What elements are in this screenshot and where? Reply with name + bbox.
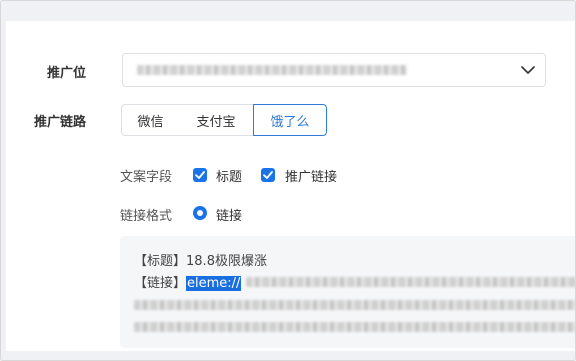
preview-title-prefix: 【标题】 bbox=[134, 254, 187, 269]
title-checkbox-label[interactable]: 标题 bbox=[216, 166, 242, 185]
link-format-label: 链接格式 bbox=[120, 209, 173, 224]
tab-eleme[interactable]: 饿了么 bbox=[253, 104, 327, 136]
preview-link-selected: eleme:// bbox=[186, 276, 242, 291]
tab-alipay-label: 支付宝 bbox=[196, 114, 236, 130]
tab-wechat-label: 微信 bbox=[137, 114, 164, 130]
promotion-link-label: 推广链路 bbox=[33, 115, 86, 130]
preview-link-line: 【链接】eleme:// bbox=[134, 272, 242, 291]
copy-fields-label: 文案字段 bbox=[120, 170, 173, 185]
promotion-form-card: 推广位 推广链路 微信 支付宝 饿了么 文案字段 标题 推广链接 链接格式 链接 bbox=[6, 21, 575, 351]
tab-alipay[interactable]: 支付宝 bbox=[179, 104, 254, 136]
preview-title-value: 18.8极限爆涨 bbox=[186, 254, 267, 269]
check-icon bbox=[263, 171, 273, 179]
preview-title-line: 【标题】18.8极限爆涨 bbox=[134, 250, 267, 269]
promo-link-checkbox[interactable] bbox=[261, 168, 275, 182]
obscured-link-part-1 bbox=[246, 277, 575, 287]
obscured-link-part-3 bbox=[134, 322, 575, 332]
promo-link-checkbox-label[interactable]: 推广链接 bbox=[285, 166, 337, 185]
window-frame: 推广位 推广链路 微信 支付宝 饿了么 文案字段 标题 推广链接 链接格式 链接 bbox=[0, 0, 576, 361]
promotion-position-label: 推广位 bbox=[46, 66, 86, 81]
obscured-link-part-2 bbox=[134, 300, 575, 310]
tab-wechat[interactable]: 微信 bbox=[121, 104, 180, 136]
link-format-radio-label[interactable]: 链接 bbox=[216, 205, 242, 224]
check-icon bbox=[195, 171, 205, 179]
tab-eleme-label: 饿了么 bbox=[270, 114, 310, 130]
copy-preview-box: 【标题】18.8极限爆涨 【链接】eleme:// bbox=[120, 236, 575, 348]
preview-link-prefix: 【链接】 bbox=[134, 276, 187, 291]
title-checkbox[interactable] bbox=[193, 168, 207, 182]
chevron-down-icon bbox=[521, 66, 535, 74]
promotion-position-select[interactable] bbox=[122, 53, 546, 87]
link-format-radio[interactable] bbox=[193, 206, 207, 220]
obscured-selected-value bbox=[137, 65, 407, 75]
